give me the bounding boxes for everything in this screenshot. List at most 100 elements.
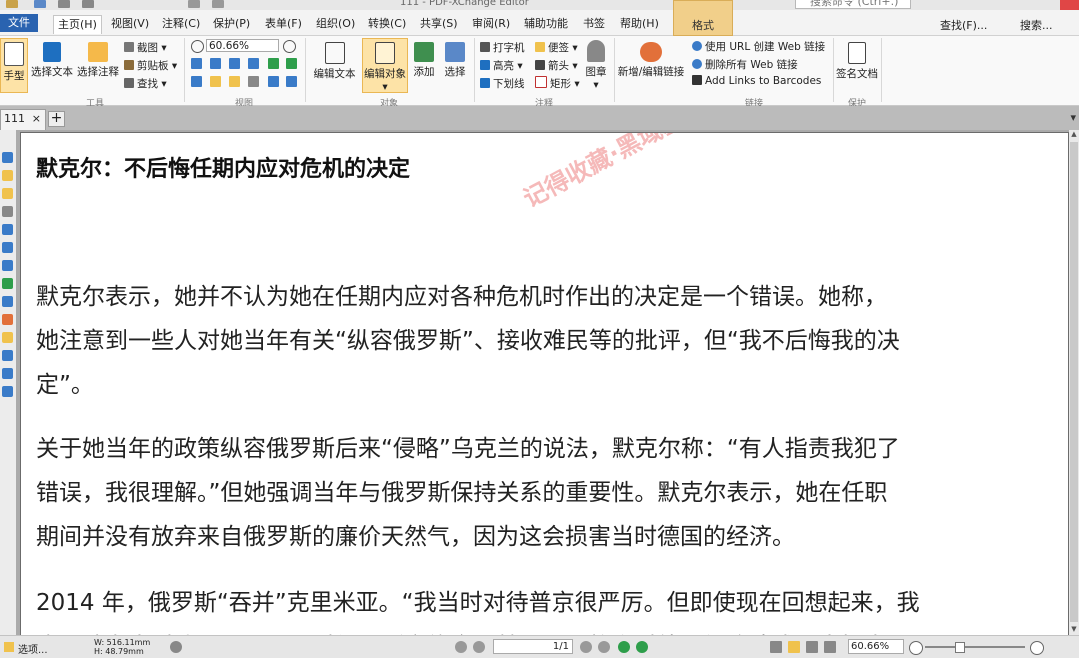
document-viewer[interactable]: 默克尔：不后悔任期内应对危机的决定 默克尔表示，她并不认为她在任期内应对各种危机… [16, 130, 1079, 642]
facing-view-icon[interactable] [806, 641, 818, 653]
signatures-pane-icon[interactable] [2, 278, 13, 289]
command-search-input[interactable]: 搜索命令 (Ctrl+.) [795, 0, 911, 9]
print-icon[interactable] [82, 0, 94, 8]
zoom-level-select[interactable]: 60.66% [848, 639, 904, 654]
tab-view[interactable]: 视图(V) [111, 15, 149, 33]
remove-web-links-button[interactable]: 删除所有 Web 链接 [692, 57, 798, 72]
close-tab-icon[interactable]: × [32, 110, 41, 128]
tags-pane-icon[interactable] [2, 332, 13, 343]
typewriter-button[interactable]: 打字机 [480, 40, 525, 55]
pages-pane-icon[interactable] [2, 224, 13, 235]
layers-pane-icon[interactable] [2, 242, 13, 253]
fit-width-icon[interactable] [229, 58, 240, 69]
destinations-pane-icon[interactable] [2, 368, 13, 379]
scroll-thumb[interactable] [1070, 142, 1078, 622]
document-tab[interactable]: 111 × [0, 109, 46, 130]
highlight-button[interactable]: 高亮 ▾ [480, 58, 523, 73]
notes-pane-icon[interactable] [2, 188, 13, 199]
tab-organize[interactable]: 组织(O) [316, 15, 355, 33]
select-button[interactable]: 选择 [440, 38, 470, 79]
continuous-view-icon[interactable] [788, 641, 800, 653]
new-tab-button[interactable]: + [48, 111, 65, 127]
comments-pane-icon[interactable] [2, 170, 13, 181]
window-close-button[interactable] [1060, 0, 1079, 10]
edit-objects-button[interactable]: 编辑对象 ▾ [362, 38, 408, 93]
undo-icon[interactable] [188, 0, 200, 8]
tab-convert[interactable]: 转换(C) [368, 15, 406, 33]
tab-list-icon[interactable]: ▾ [1070, 111, 1076, 124]
tab-home[interactable]: 主页(H) [53, 15, 102, 34]
tab-bookmarks[interactable]: 书签 [583, 15, 605, 33]
properties-pane-icon[interactable] [2, 386, 13, 397]
last-page-icon[interactable] [598, 641, 610, 653]
comment-view-icon[interactable] [210, 76, 221, 87]
create-url-links-button[interactable]: 使用 URL 创建 Web 链接 [692, 39, 825, 54]
first-page-icon[interactable] [455, 641, 467, 653]
tab-share[interactable]: 共享(S) [420, 15, 458, 33]
zoom-out-icon[interactable] [191, 40, 204, 53]
prev-page-icon[interactable] [473, 641, 485, 653]
select-comment-button[interactable]: 选择注释 [76, 38, 120, 79]
tab-file[interactable]: 文件 [0, 14, 38, 32]
snapshot-button[interactable]: 截图 ▾ [124, 40, 167, 55]
pdf-page[interactable]: 默克尔：不后悔任期内应对危机的决定 默克尔表示，她并不认为她在任期内应对各种危机… [20, 132, 1069, 642]
search-menu[interactable]: 搜索... [1020, 17, 1053, 33]
next-page-icon[interactable] [580, 641, 592, 653]
sign-document-button[interactable]: 签名文档 [836, 38, 878, 81]
bookmarks-pane-icon[interactable] [2, 152, 13, 163]
fit-page-icon[interactable] [210, 58, 221, 69]
single-page-icon[interactable] [191, 76, 202, 87]
save-icon[interactable] [58, 0, 70, 8]
arrow-button[interactable]: 箭头 ▾ [535, 58, 578, 73]
links-pane-icon[interactable] [2, 314, 13, 325]
zoom-slider-track[interactable] [925, 646, 1025, 648]
actual-size-icon[interactable] [191, 58, 202, 69]
scroll-up-icon[interactable]: ▲ [1069, 130, 1079, 140]
rotate-right-icon[interactable] [286, 58, 297, 69]
note-icon[interactable] [229, 76, 240, 87]
tab-protect[interactable]: 保护(P) [213, 15, 250, 33]
attach-icon[interactable] [248, 76, 259, 87]
sticky-note-button[interactable]: 便签 ▾ [535, 40, 578, 55]
vertical-scrollbar[interactable]: ▲ ▼ [1069, 130, 1079, 635]
clipboard-button[interactable]: 剪贴板 ▾ [124, 58, 177, 73]
back-icon[interactable] [618, 641, 630, 653]
open-icon[interactable] [34, 0, 46, 8]
zoom-in-icon[interactable] [283, 40, 296, 53]
facing-continuous-view-icon[interactable] [824, 641, 836, 653]
forward-icon[interactable] [636, 641, 648, 653]
zoom-slider-thumb[interactable] [955, 642, 965, 653]
find-menu[interactable]: 查找(F)... [940, 17, 987, 33]
zoom-in-status-icon[interactable] [1030, 641, 1044, 655]
find-button[interactable]: 查找 ▾ [124, 76, 167, 91]
select-text-button[interactable]: 选择文本 [30, 38, 74, 79]
attachments-pane-icon[interactable] [2, 206, 13, 217]
single-page-view-icon[interactable] [770, 641, 782, 653]
order-pane-icon[interactable] [2, 350, 13, 361]
edit-text-button[interactable]: 编辑文本 [307, 38, 362, 81]
hand-tool-button[interactable]: 手型 [0, 38, 28, 93]
settings-icon[interactable] [170, 641, 182, 653]
scroll-down-icon[interactable]: ▼ [1069, 625, 1079, 635]
page-view-icon[interactable] [286, 76, 297, 87]
add-button[interactable]: 添加 [410, 38, 438, 79]
link-view-icon[interactable] [268, 76, 279, 87]
rotate-left-icon[interactable] [268, 58, 279, 69]
context-tab-format[interactable]: 书签 格式 [673, 0, 733, 36]
redo-icon[interactable] [212, 0, 224, 8]
content-pane-icon[interactable] [2, 260, 13, 271]
fit-visible-icon[interactable] [248, 58, 259, 69]
page-number-input[interactable]: 1/1 [493, 639, 573, 654]
tab-review[interactable]: 审阅(R) [472, 15, 510, 33]
rectangle-button[interactable]: 矩形 ▾ [535, 76, 580, 91]
zoom-input[interactable]: 60.66% [206, 39, 279, 52]
add-links-barcodes-button[interactable]: Add Links to Barcodes [692, 75, 821, 87]
tab-accessibility[interactable]: 辅助功能 [524, 15, 568, 33]
tab-comment[interactable]: 注释(C) [162, 15, 200, 33]
underline-button[interactable]: 下划线 [480, 76, 525, 91]
stamp-button[interactable]: 图章 ▾ [582, 38, 610, 91]
tab-form[interactable]: 表单(F) [265, 15, 302, 33]
tab-help[interactable]: 帮助(H) [620, 15, 659, 33]
options-button[interactable]: 选项... [18, 641, 48, 656]
zoom-out-status-icon[interactable] [909, 641, 923, 655]
